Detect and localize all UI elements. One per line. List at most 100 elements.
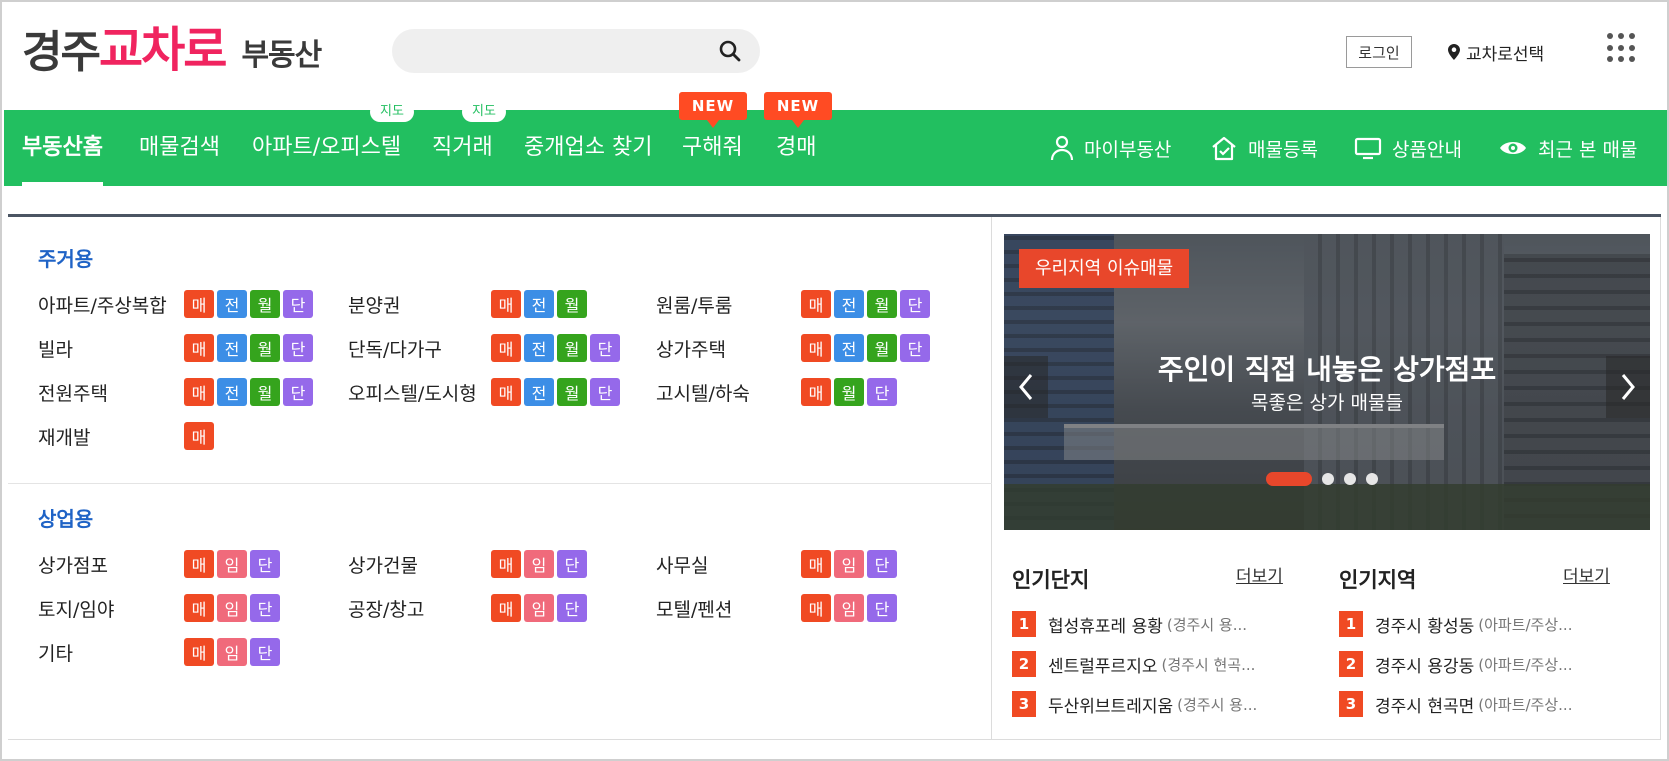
badge-sale[interactable]: 매 — [801, 378, 831, 406]
nav-find-agency[interactable]: 중개업소 찾기 — [524, 110, 652, 186]
badge-jeonse[interactable]: 전 — [524, 378, 554, 406]
badge-sale[interactable]: 매 — [184, 334, 214, 362]
badge-jeonse[interactable]: 전 — [217, 378, 247, 406]
badge-monthly-rent[interactable]: 월 — [867, 334, 897, 362]
category-store[interactable]: 상가점포 — [38, 551, 108, 578]
badge-short-term[interactable]: 단 — [867, 378, 897, 406]
popular-complex-item[interactable]: 2 센트럴푸르지오 (경주시 현곡... — [1012, 651, 1312, 677]
banner-dot[interactable] — [1366, 473, 1378, 485]
nav-register-listing[interactable]: 매물등록 — [1210, 110, 1318, 186]
badge-sale[interactable]: 매 — [801, 334, 831, 362]
badge-monthly-rent[interactable]: 월 — [834, 378, 864, 406]
badge-sale[interactable]: 매 — [184, 594, 214, 622]
category-country-house[interactable]: 전원주택 — [38, 379, 108, 406]
nav-direct-deal[interactable]: 지도 직거래 — [432, 102, 506, 186]
badge-lease[interactable]: 임 — [524, 594, 554, 622]
badge-short-term[interactable]: 단 — [557, 594, 587, 622]
badge-sale[interactable]: 매 — [491, 594, 521, 622]
badge-short-term[interactable]: 단 — [283, 378, 313, 406]
badge-short-term[interactable]: 단 — [283, 334, 313, 362]
banner-dot-active[interactable] — [1266, 472, 1312, 486]
badge-lease[interactable]: 임 — [217, 594, 247, 622]
badge-short-term[interactable]: 단 — [590, 334, 620, 362]
nav-home[interactable]: 부동산홈 — [22, 110, 103, 186]
badge-short-term[interactable]: 단 — [557, 550, 587, 578]
nav-apartment-officetel[interactable]: 지도 아파트/오피스텔 — [252, 102, 414, 186]
badge-short-term[interactable]: 단 — [250, 550, 280, 578]
badge-short-term[interactable]: 단 — [250, 638, 280, 666]
badge-sale[interactable]: 매 — [184, 550, 214, 578]
banner-dot[interactable] — [1344, 473, 1356, 485]
apps-grid-icon[interactable] — [1607, 33, 1637, 63]
badge-sale[interactable]: 매 — [184, 422, 214, 450]
category-motel-pension[interactable]: 모텔/펜션 — [656, 595, 732, 622]
category-oneroom-tworoom[interactable]: 원룸/투룸 — [656, 291, 732, 318]
category-detached-multi[interactable]: 단독/다가구 — [348, 335, 442, 362]
badge-sale[interactable]: 매 — [801, 290, 831, 318]
site-logo[interactable]: 경주 교차로 부동산 — [22, 20, 322, 80]
popular-complex-item[interactable]: 1 협성휴포레 용황 (경주시 용... — [1012, 611, 1312, 637]
banner-dot[interactable] — [1322, 473, 1334, 485]
category-shop-house[interactable]: 상가주택 — [656, 335, 726, 362]
badge-jeonse[interactable]: 전 — [524, 334, 554, 362]
category-apartment-mixed[interactable]: 아파트/주상복합 — [38, 291, 167, 318]
category-redevelopment[interactable]: 재개발 — [38, 423, 90, 450]
badge-short-term[interactable]: 단 — [867, 594, 897, 622]
category-other[interactable]: 기타 — [38, 639, 73, 666]
badge-lease[interactable]: 임 — [217, 638, 247, 666]
badge-jeonse[interactable]: 전 — [217, 290, 247, 318]
badge-monthly-rent[interactable]: 월 — [250, 290, 280, 318]
category-villa[interactable]: 빌라 — [38, 335, 73, 362]
banner-prev-button[interactable] — [1004, 356, 1048, 418]
popular-area-more-link[interactable]: 더보기 — [1563, 562, 1610, 587]
category-commercial-building[interactable]: 상가건물 — [348, 551, 418, 578]
badge-short-term[interactable]: 단 — [900, 334, 930, 362]
badge-monthly-rent[interactable]: 월 — [557, 378, 587, 406]
badge-sale[interactable]: 매 — [184, 638, 214, 666]
badge-sale[interactable]: 매 — [491, 334, 521, 362]
category-gositel-boarding[interactable]: 고시텔/하숙 — [656, 379, 750, 406]
region-select-button[interactable]: 교차로선택 — [1448, 38, 1544, 66]
badge-sale[interactable]: 매 — [184, 290, 214, 318]
popular-complex-item[interactable]: 3 두산위브트레지움 (경주시 용... — [1012, 691, 1312, 717]
badge-short-term[interactable]: 단 — [900, 290, 930, 318]
category-presale-right[interactable]: 분양권 — [348, 291, 400, 318]
popular-area-item[interactable]: 1 경주시 황성동 (아파트/주상... — [1339, 611, 1639, 637]
category-office[interactable]: 사무실 — [656, 551, 708, 578]
badge-lease[interactable]: 임 — [524, 550, 554, 578]
badge-monthly-rent[interactable]: 월 — [557, 334, 587, 362]
badge-monthly-rent[interactable]: 월 — [250, 334, 280, 362]
badge-jeonse[interactable]: 전 — [217, 334, 247, 362]
category-factory-warehouse[interactable]: 공장/창고 — [348, 595, 424, 622]
search-input[interactable] — [414, 29, 714, 73]
badge-short-term[interactable]: 단 — [867, 550, 897, 578]
badge-monthly-rent[interactable]: 월 — [867, 290, 897, 318]
banner-next-button[interactable] — [1606, 356, 1650, 418]
nav-auction[interactable]: NEW 경매 — [764, 92, 832, 186]
nav-recent-listings[interactable]: 최근 본 매물 — [1498, 110, 1637, 186]
nav-product-info[interactable]: 상품안내 — [1354, 110, 1462, 186]
popular-complex-more-link[interactable]: 더보기 — [1236, 562, 1283, 587]
badge-sale[interactable]: 매 — [491, 290, 521, 318]
nav-listing-search[interactable]: 매물검색 — [139, 110, 220, 186]
badge-lease[interactable]: 임 — [217, 550, 247, 578]
badge-sale[interactable]: 매 — [491, 378, 521, 406]
nav-my-realestate[interactable]: 마이부동산 — [1050, 110, 1171, 186]
badge-sale[interactable]: 매 — [801, 550, 831, 578]
badge-monthly-rent[interactable]: 월 — [250, 378, 280, 406]
badge-sale[interactable]: 매 — [801, 594, 831, 622]
badge-sale[interactable]: 매 — [184, 378, 214, 406]
login-button[interactable]: 로그인 — [1346, 36, 1412, 68]
badge-lease[interactable]: 임 — [834, 594, 864, 622]
nav-find-for-me[interactable]: NEW 구해줘 — [679, 92, 747, 186]
issue-listing-banner[interactable]: 우리지역 이슈매물 주인이 직접 내놓은 상가점포 목좋은 상가 매물들 — [1004, 234, 1650, 530]
category-land-forest[interactable]: 토지/임야 — [38, 595, 114, 622]
badge-short-term[interactable]: 단 — [283, 290, 313, 318]
popular-area-item[interactable]: 2 경주시 용강동 (아파트/주상... — [1339, 651, 1639, 677]
badge-jeonse[interactable]: 전 — [834, 290, 864, 318]
popular-area-item[interactable]: 3 경주시 현곡면 (아파트/주상... — [1339, 691, 1639, 717]
badge-lease[interactable]: 임 — [834, 550, 864, 578]
badge-jeonse[interactable]: 전 — [834, 334, 864, 362]
badge-jeonse[interactable]: 전 — [524, 290, 554, 318]
badge-short-term[interactable]: 단 — [250, 594, 280, 622]
